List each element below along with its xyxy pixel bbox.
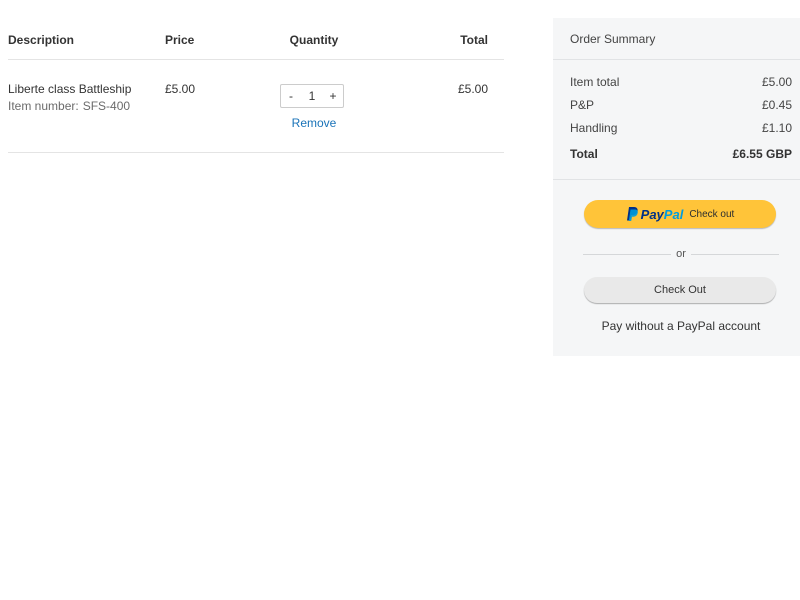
paypal-brand-pal: Pal bbox=[663, 206, 684, 222]
summary-line-value: £1.10 bbox=[761, 121, 792, 135]
summary-line-item-total: Item total £5.00 bbox=[570, 75, 792, 89]
summary-line-pp: P&P £0.45 bbox=[570, 98, 792, 112]
paypal-p-icon bbox=[626, 207, 638, 221]
item-number-value: SFS-400 bbox=[82, 99, 131, 113]
cart-page: Description Price Quantity Total Liberte… bbox=[0, 0, 800, 600]
checkout-button[interactable]: Check Out bbox=[584, 277, 776, 303]
summary-title: Order Summary bbox=[553, 18, 800, 60]
quantity-value[interactable]: 1 bbox=[301, 89, 323, 103]
decrement-button[interactable]: - bbox=[281, 89, 301, 103]
item-price: £5.00 bbox=[165, 82, 196, 96]
summary-line-handling: Handling £1.10 bbox=[570, 121, 792, 135]
summary-total: Total £6.55 GBP bbox=[570, 147, 792, 161]
summary-line-label: Item total bbox=[570, 75, 620, 89]
item-number-label: Item number: bbox=[8, 99, 79, 113]
item-number: Item number: SFS-400 bbox=[8, 99, 130, 113]
item-name: Liberte class Battleship bbox=[8, 82, 132, 96]
or-separator: or bbox=[583, 248, 779, 260]
pay-without-paypal-text: Pay without a PayPal account bbox=[601, 319, 761, 333]
header-description: Description bbox=[8, 33, 75, 47]
paypal-checkout-button[interactable]: Pay Pal Check out bbox=[584, 200, 776, 228]
summary-line-label: P&P bbox=[570, 98, 595, 112]
summary-total-value: £6.55 GBP bbox=[732, 147, 792, 161]
summary-line-value: £0.45 bbox=[761, 98, 792, 112]
cart-header-row: Description Price Quantity Total bbox=[8, 20, 504, 60]
remove-link[interactable]: Remove bbox=[271, 116, 357, 130]
summary-lines: Item total £5.00 P&P £0.45 Handling £1.1… bbox=[553, 60, 800, 180]
summary-total-label: Total bbox=[570, 147, 598, 161]
table-row: Liberte class Battleship Item number: SFS… bbox=[8, 60, 504, 153]
summary-line-value: £5.00 bbox=[761, 75, 792, 89]
paypal-brand-pay: Pay bbox=[640, 206, 664, 222]
summary-line-label: Handling bbox=[570, 121, 618, 135]
cart-table: Description Price Quantity Total Liberte… bbox=[8, 20, 504, 153]
header-total: Total bbox=[460, 33, 488, 47]
increment-button[interactable]: + bbox=[323, 89, 343, 103]
paypal-button-label: Check out bbox=[689, 208, 735, 220]
header-quantity: Quantity bbox=[289, 33, 339, 47]
item-total: £5.00 bbox=[457, 82, 488, 96]
paypal-logo: Pay Pal bbox=[626, 206, 684, 222]
order-summary: Order Summary Item total £5.00 P&P £0.45… bbox=[553, 18, 800, 356]
header-price: Price bbox=[165, 33, 195, 47]
quantity-stepper: - 1 + bbox=[280, 84, 344, 108]
